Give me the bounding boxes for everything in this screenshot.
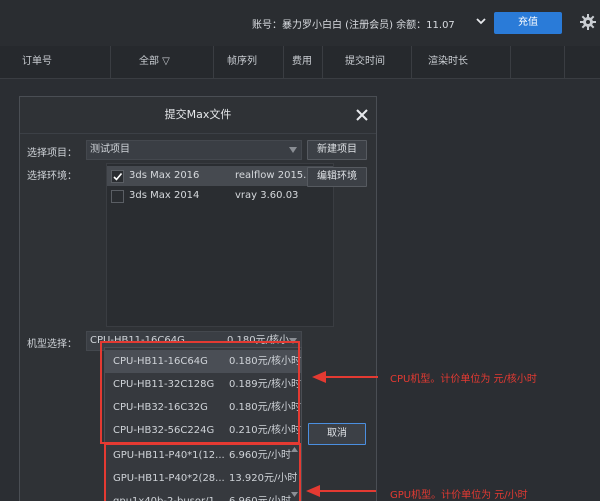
check-icon <box>113 172 123 181</box>
column-divider <box>283 46 284 78</box>
cpu-highlight-box <box>100 341 300 444</box>
dialog-title: 提交Max文件 <box>20 97 376 134</box>
cpu-arrow-icon <box>312 371 378 383</box>
edit-environment-button[interactable]: 编辑环境 <box>307 167 367 187</box>
column-frames[interactable]: 帧序列 <box>227 46 257 78</box>
environment-name: 3ds Max 2016 <box>129 170 200 181</box>
chevron-down-icon[interactable] <box>476 15 486 27</box>
environment-plugin: vray 3.60.03 <box>235 190 299 201</box>
top-bar: 账号：暴力罗小白白 (注册会员) 余额：11.07 充值 <box>0 0 600 47</box>
machine-type-label: 机型选择： <box>27 339 77 350</box>
column-submit-time[interactable]: 提交时间 <box>345 46 385 78</box>
environment-name: 3ds Max 2014 <box>129 190 200 201</box>
column-filter-all[interactable]: 全部 ▽ <box>139 46 170 78</box>
environment-item-max2016[interactable]: 3ds Max 2016 realflow 2015.0... <box>107 166 333 186</box>
column-render-duration[interactable]: 渲染时长 <box>428 46 468 78</box>
column-divider <box>510 46 511 78</box>
environment-checkbox[interactable] <box>111 170 124 183</box>
column-divider <box>564 46 565 78</box>
task-table-header: 订单号 全部 ▽ 帧序列 费用 提交时间 渲染时长 <box>0 46 600 79</box>
gpu-highlight-box <box>104 443 301 501</box>
project-select[interactable]: 测试项目 <box>86 140 302 160</box>
column-divider <box>213 46 214 78</box>
column-cost[interactable]: 费用 <box>292 46 312 78</box>
gear-icon[interactable] <box>580 14 596 30</box>
environment-label: 选择环境： <box>27 171 77 182</box>
gpu-arrow-icon <box>306 485 376 497</box>
environment-checkbox[interactable] <box>111 190 124 203</box>
column-divider <box>322 46 323 78</box>
account-info: 账号：暴力罗小白白 (注册会员) 余额：11.07 <box>252 20 455 31</box>
project-label: 选择项目： <box>27 148 77 159</box>
cpu-annotation: CPU机型。计价单位为 元/核小时 <box>390 374 537 385</box>
close-icon[interactable] <box>355 108 369 122</box>
column-divider <box>411 46 412 78</box>
gpu-annotation: GPU机型。计价单位为 元/小时 <box>390 490 528 501</box>
dropdown-arrow-icon <box>289 147 297 153</box>
environment-item-max2014[interactable]: 3ds Max 2014 vray 3.60.03 <box>107 186 333 206</box>
cancel-button[interactable]: 取消 <box>308 423 366 445</box>
app-window: 账号：暴力罗小白白 (注册会员) 余额：11.07 充值 订单号 全部 ▽ 帧序… <box>0 0 600 501</box>
new-project-button[interactable]: 新建项目 <box>307 140 367 160</box>
column-order-id[interactable]: 订单号 <box>22 46 52 78</box>
recharge-button[interactable]: 充值 <box>494 12 562 34</box>
project-select-value: 测试项目 <box>90 144 130 155</box>
column-divider <box>110 46 111 78</box>
environment-list: 3ds Max 2016 realflow 2015.0... 3ds Max … <box>106 163 334 327</box>
